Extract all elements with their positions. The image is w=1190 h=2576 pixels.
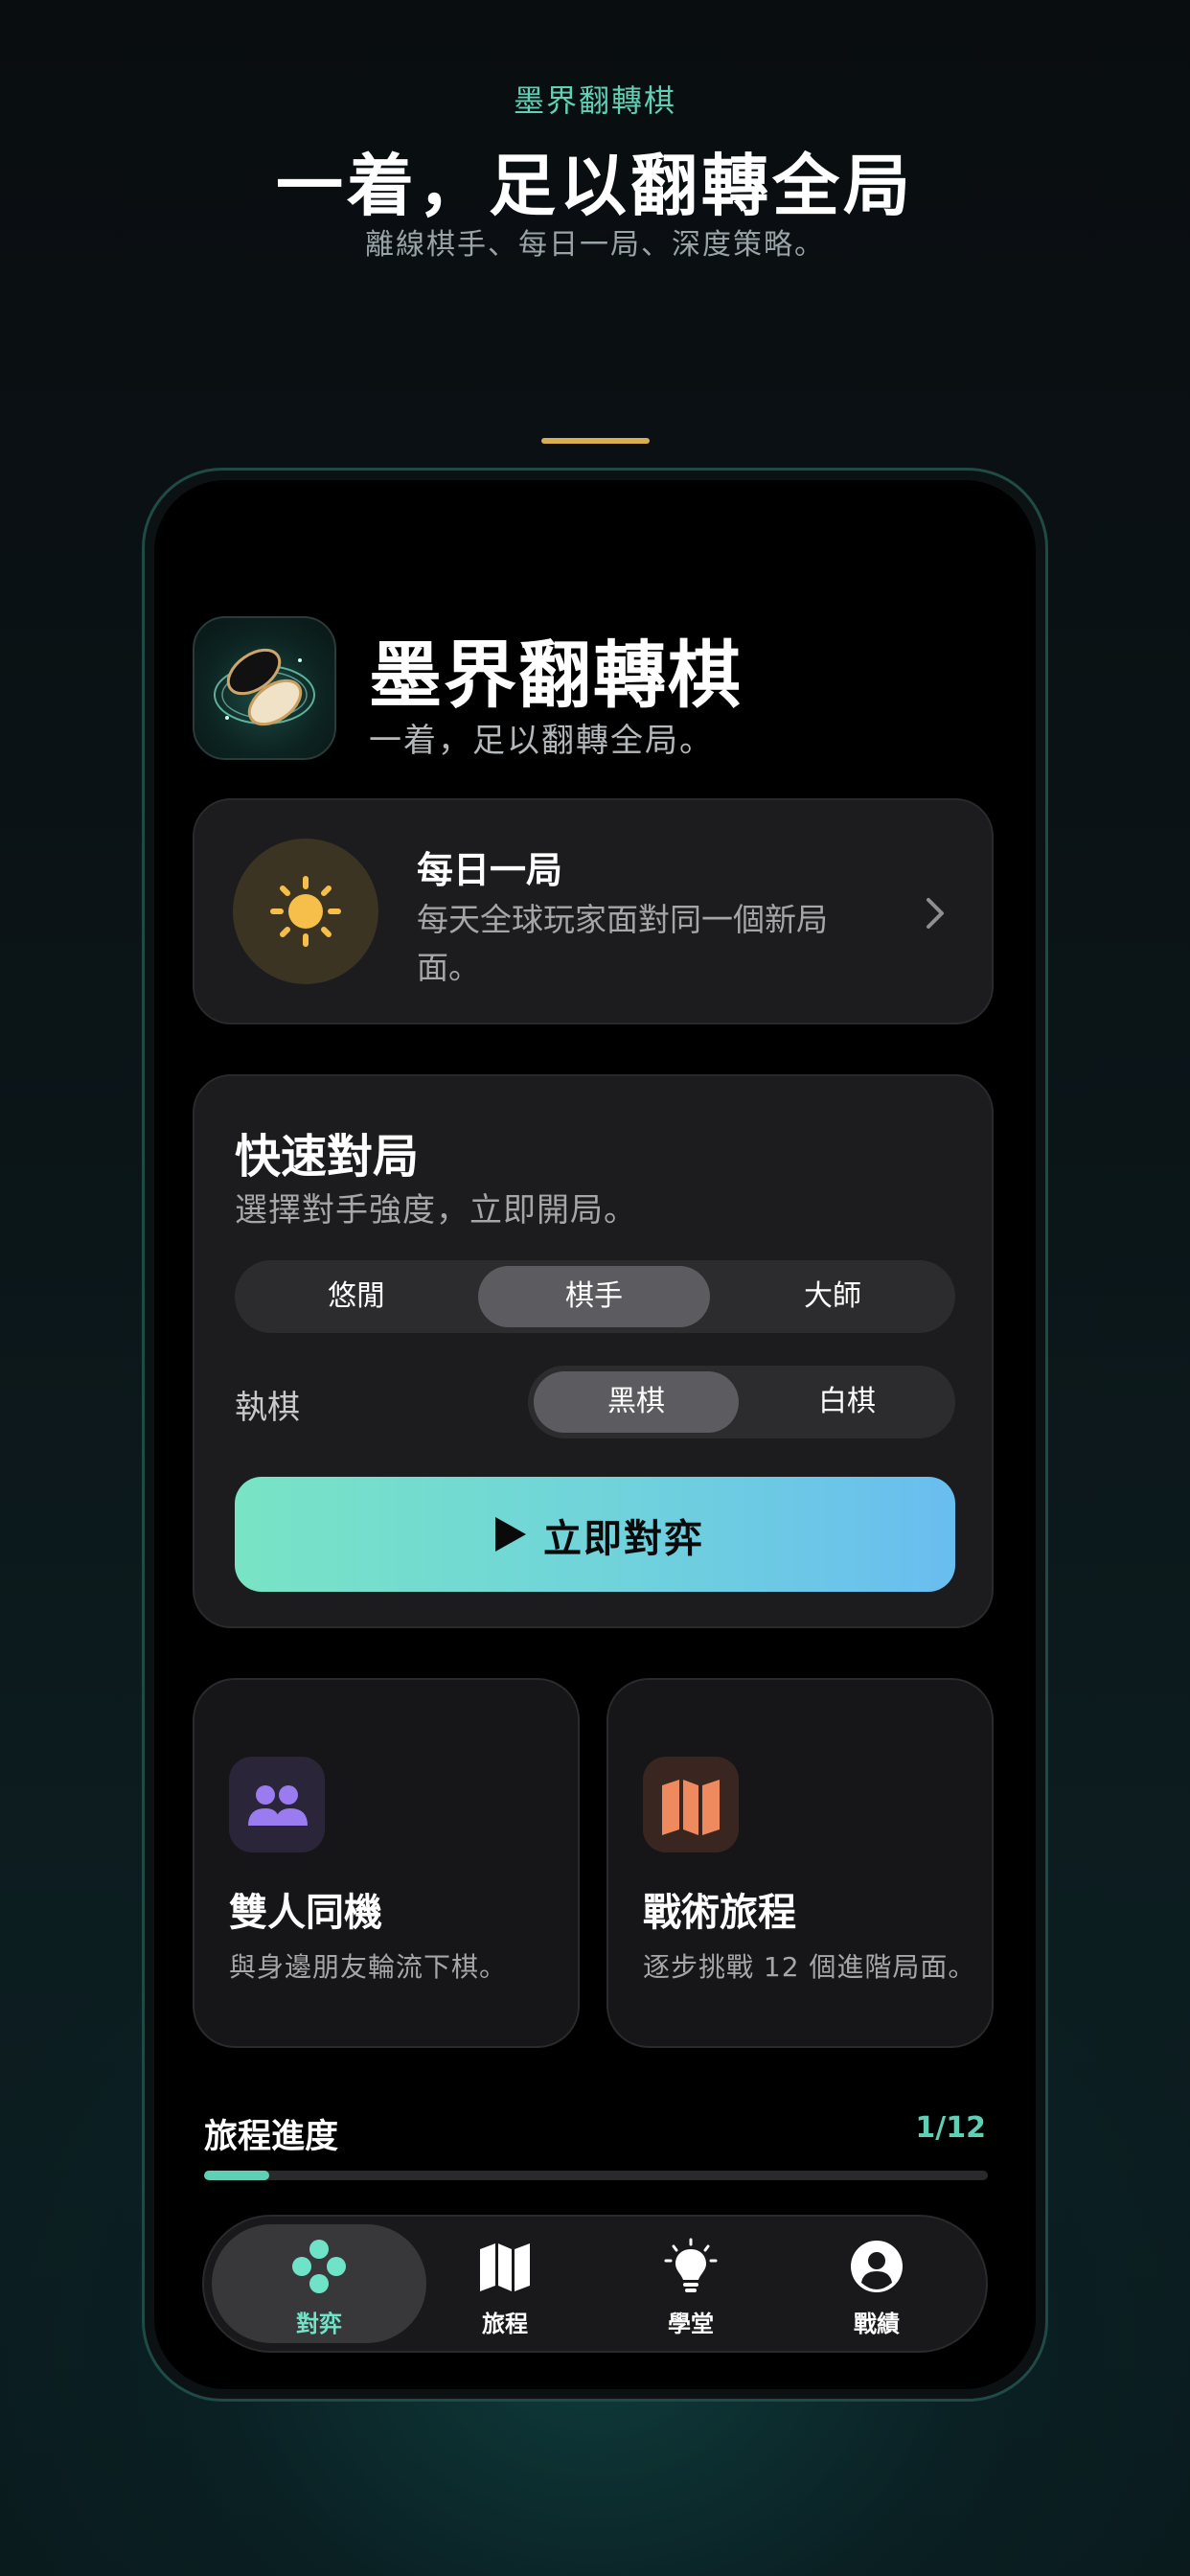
sun-icon-badge <box>233 839 378 984</box>
side-option-white[interactable]: 白棋 <box>744 1371 950 1433</box>
app-tagline: 一着，足以翻轉全局。 <box>369 722 714 760</box>
quick-match-card: 快速對局 選擇對手強度，立即開局。 悠閒 棋手 大師 執棋 黑棋 白棋 立即對弈 <box>193 1074 994 1628</box>
side-option-black[interactable]: 黑棋 <box>534 1371 739 1433</box>
tab-play[interactable]: 對弈 <box>212 2224 426 2343</box>
hero-subtitle: 離線棋手、每日一局、深度策略。 <box>365 228 825 262</box>
quick-match-title: 快速對局 <box>235 1130 420 1184</box>
gamepad-dots-icon <box>292 2240 346 2293</box>
tab-label: 學堂 <box>668 2311 714 2337</box>
map-icon <box>480 2243 530 2291</box>
chevron-right-icon <box>927 898 944 929</box>
map-icon <box>643 1757 739 1852</box>
bottom-tab-bar: 對弈 旅程 學堂 戰績 <box>202 2215 988 2353</box>
tab-label: 旅程 <box>482 2311 528 2337</box>
phone-screen: 墨界翻轉棋 一着，足以翻轉全局。 每日一局 每天全球玩家面對同一個新局面。 快速… <box>154 480 1036 2389</box>
feature-title: 戰術旅程 <box>643 1891 796 1935</box>
tab-academy[interactable]: 學堂 <box>584 2224 798 2343</box>
difficulty-option-master[interactable]: 大師 <box>716 1266 950 1327</box>
people-icon <box>229 1757 325 1852</box>
daily-title: 每日一局 <box>417 849 563 891</box>
othello-discs-icon <box>193 616 336 760</box>
side-segmented-control: 黑棋 白棋 <box>528 1366 955 1438</box>
tab-stats[interactable]: 戰績 <box>769 2224 984 2343</box>
side-label: 執棋 <box>235 1389 300 1427</box>
profile-icon <box>851 2241 903 2292</box>
tab-label: 對弈 <box>296 2311 342 2337</box>
feature-description: 逐步挑戰 12 個進階局面。 <box>643 1951 976 1983</box>
progress-bar-fill <box>204 2171 270 2180</box>
play-now-button[interactable]: 立即對弈 <box>235 1477 955 1592</box>
play-icon <box>495 1517 526 1552</box>
progress-bar <box>204 2171 988 2180</box>
play-now-label: 立即對弈 <box>543 1517 704 1561</box>
daily-description: 每天全球玩家面對同一個新局面。 <box>417 901 828 986</box>
difficulty-option-player[interactable]: 棋手 <box>478 1266 710 1327</box>
hero-title: 一着，足以翻轉全局 <box>276 147 914 225</box>
sun-icon <box>270 876 341 947</box>
lightbulb-icon <box>664 2238 718 2292</box>
difficulty-option-casual[interactable]: 悠閒 <box>240 1266 472 1327</box>
app-name: 墨界翻轉棋 <box>369 632 743 718</box>
progress-label: 旅程進度 <box>204 2118 339 2156</box>
feature-title: 雙人同機 <box>229 1891 382 1935</box>
quick-match-subtitle: 選擇對手強度，立即開局。 <box>235 1191 637 1230</box>
feature-description: 與身邊朋友輪流下棋。 <box>229 1951 508 1983</box>
brand-tag: 墨界翻轉棋 <box>513 82 676 119</box>
difficulty-segmented-control: 悠閒 棋手 大師 <box>235 1260 955 1333</box>
phone-frame: 墨界翻轉棋 一着，足以翻轉全局。 每日一局 每天全球玩家面對同一個新局面。 快速… <box>142 468 1048 2402</box>
tab-journey[interactable]: 旅程 <box>398 2224 612 2343</box>
tab-label: 戰績 <box>854 2311 900 2337</box>
daily-challenge-card[interactable]: 每日一局 每天全球玩家面對同一個新局面。 <box>193 798 994 1024</box>
speaker-notch <box>541 438 650 444</box>
progress-count: 1/12 <box>915 2111 986 2145</box>
feature-card-tactics-journey[interactable]: 戰術旅程 逐步挑戰 12 個進階局面。 <box>606 1678 994 2048</box>
feature-card-local-multiplayer[interactable]: 雙人同機 與身邊朋友輪流下棋。 <box>193 1678 580 2048</box>
